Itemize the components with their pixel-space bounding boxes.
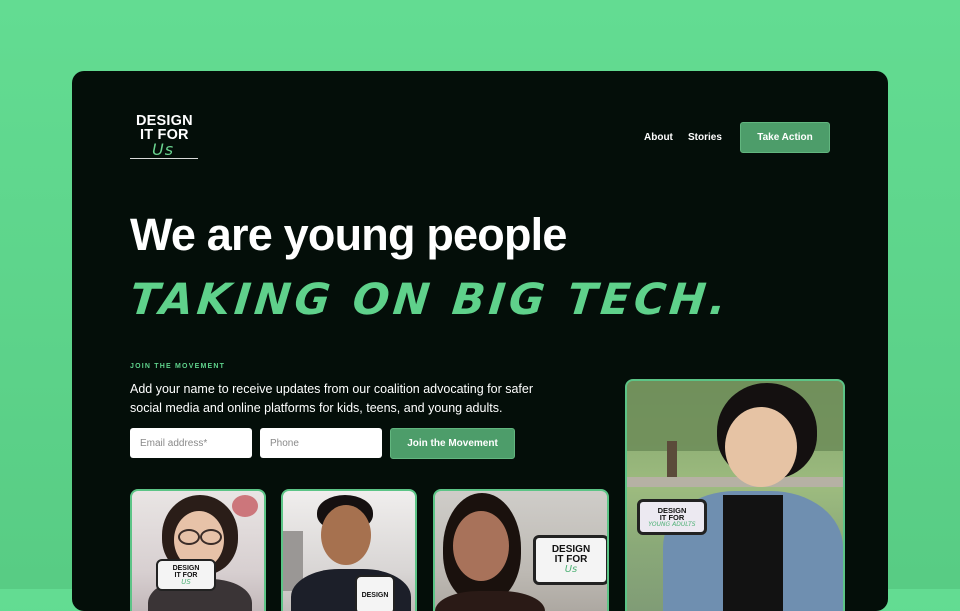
signup-description: Add your name to receive updates from ou… bbox=[130, 382, 533, 415]
photo-1-sign-line-3: US bbox=[181, 577, 191, 586]
photo-2-face bbox=[321, 505, 371, 565]
phone-field[interactable] bbox=[260, 428, 382, 458]
nav-about-link[interactable]: About bbox=[644, 132, 673, 143]
photo-4-shirt bbox=[723, 495, 783, 611]
photo-4-path bbox=[627, 477, 843, 487]
glasses-icon bbox=[178, 529, 200, 545]
photo-4-tree-trunk bbox=[667, 441, 677, 481]
photo-3-face bbox=[453, 511, 509, 581]
photo-2-sign-line-1: DESIGN bbox=[361, 591, 389, 599]
page-card: DESIGN IT FOR Us About Stories Take Acti… bbox=[72, 71, 888, 611]
signup-eyebrow: JOIN THE MOVEMENT bbox=[130, 363, 226, 370]
hero-headline: We are young people bbox=[130, 209, 567, 260]
photo-young-person-3: DESIGN IT FOR Us bbox=[433, 489, 609, 611]
photo-1-sign: DESIGN IT FOR US bbox=[156, 559, 216, 591]
email-field[interactable] bbox=[130, 428, 252, 458]
photo-young-person-2: DESIGN bbox=[281, 489, 417, 611]
photo-1-sign-line-1: DESIGN bbox=[172, 564, 200, 572]
photo-young-person-1: DESIGN IT FOR US bbox=[130, 489, 266, 611]
hero-tagline: TAKING ON BIG TECH. bbox=[127, 275, 733, 325]
photo-3-sign: DESIGN IT FOR Us bbox=[533, 535, 607, 585]
nav-stories-link[interactable]: Stories bbox=[688, 132, 722, 143]
flower-decoration bbox=[232, 495, 258, 517]
photo-young-person-4: DESIGN IT FOR YOUNG ADULTS bbox=[625, 379, 845, 611]
glasses-icon bbox=[200, 529, 222, 545]
logo[interactable]: DESIGN IT FOR Us bbox=[130, 114, 198, 159]
logo-line-3: Us bbox=[152, 140, 175, 159]
photo-2-sign: DESIGN bbox=[355, 575, 395, 611]
photo-4-sign: DESIGN IT FOR YOUNG ADULTS bbox=[637, 499, 707, 535]
photo-3-body bbox=[435, 591, 545, 611]
photo-4-face bbox=[725, 407, 797, 487]
take-action-button[interactable]: Take Action bbox=[740, 122, 830, 153]
join-movement-button[interactable]: Join the Movement bbox=[390, 428, 515, 459]
logo-line-1: DESIGN bbox=[136, 113, 193, 129]
photo-4-sign-line-3: YOUNG ADULTS bbox=[648, 520, 696, 528]
photo-3-sign-line-3: Us bbox=[564, 564, 578, 575]
